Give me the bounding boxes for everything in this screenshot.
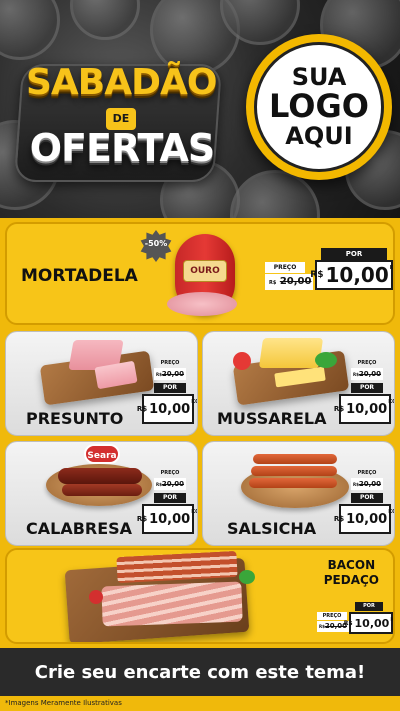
price-box: POR PREÇO R$20,00 R$10,00KG (317, 602, 393, 642)
por-label: POR (154, 493, 186, 503)
brand-logo: Seara (84, 444, 120, 464)
title-line2: OFERTAS (29, 126, 216, 170)
cta-banner[interactable]: Crie seu encarte com este tema! (0, 648, 400, 696)
product-name: MORTADELA (21, 266, 138, 286)
new-price: R$10,00KG (310, 260, 393, 290)
price-box: PREÇO R$20,00 POR R$10,00KG (334, 359, 394, 429)
tomato-garnish (233, 352, 251, 370)
new-price: R$10,00KG (137, 394, 197, 424)
old-price: R$20,00 (154, 478, 186, 490)
old-price: R$20,00 (154, 368, 186, 380)
product-name-line1: BACON (327, 558, 376, 572)
logo-line2: LOGO (269, 87, 369, 126)
preco-label: PREÇO (357, 470, 377, 476)
pepper-garnish (89, 590, 103, 604)
sabadao-de-ofertas-title: SABADÃO DE OFERTAS (13, 40, 223, 200)
title-line1: SABADÃO (26, 62, 217, 103)
new-price: R$10,00KG (334, 394, 394, 424)
salsicha-product-image (253, 454, 337, 464)
por-label: POR (351, 493, 383, 503)
calabresa-product-image (58, 468, 142, 484)
mussarela-product-image (258, 338, 324, 368)
cta-text: Crie seu encarte com este tema! (34, 661, 366, 683)
por-label: POR (355, 602, 383, 611)
calabresa-sausage (62, 484, 142, 496)
logo-placeholder[interactable]: SUA LOGO AQUI (246, 34, 392, 180)
title-de-badge: DE (106, 108, 136, 130)
mortadela-slices (167, 292, 237, 316)
new-price: R$10,00KG (137, 504, 197, 534)
brand-label: OURO (183, 260, 227, 282)
bacon-slices (101, 581, 243, 627)
logo-circle: SUA LOGO AQUI (254, 42, 384, 172)
product-card-salsicha[interactable]: SALSICHA PREÇO R$20,00 POR R$10,00KG (202, 441, 395, 546)
coin-decoration (70, 0, 140, 40)
product-name: SALSICHA (227, 519, 317, 538)
product-name: MUSSARELA (217, 409, 327, 428)
new-price: R$10,00KG (334, 504, 394, 534)
price-box: PREÇO R$20,00 POR R$10,00KG (334, 469, 394, 539)
product-name: PRESUNTO (26, 409, 124, 428)
sausage (249, 478, 337, 488)
old-price: R$20,00 (351, 368, 383, 380)
product-card-bacon[interactable]: BACON PEDAÇO POR PREÇO R$20,00 R$10,00KG (5, 548, 395, 644)
logo-line3: AQUI (285, 121, 353, 150)
price-box: PREÇO R$20,00 POR R$10,00KG (137, 359, 197, 429)
new-price: R$10,00KG (344, 612, 393, 634)
old-price: R$ 20,00 (265, 274, 313, 290)
preco-label: PREÇO (160, 470, 180, 476)
preco-label: PREÇO (317, 612, 347, 620)
product-card-mortadela[interactable]: MORTADELA -50% OURO POR PREÇO R$ 20,00 R… (5, 222, 395, 325)
price-box: PREÇO R$20,00 POR R$10,00KG (137, 469, 197, 539)
sausage (251, 466, 337, 476)
preco-label: PREÇO (357, 360, 377, 366)
product-name: BACON PEDAÇO (324, 558, 379, 588)
por-label: POR (351, 383, 383, 393)
disclaimer-text: *Imagens Meramente Ilustrativas (5, 699, 122, 707)
preco-label: PREÇO (265, 262, 305, 273)
product-name: CALABRESA (26, 519, 133, 538)
herb-garnish (239, 570, 255, 584)
herb-garnish (315, 352, 337, 368)
price-box: POR PREÇO R$ 20,00 R$10,00KG (265, 248, 393, 308)
por-label: POR (154, 383, 186, 393)
old-price: R$20,00 (351, 478, 383, 490)
product-card-calabresa[interactable]: Seara CALABRESA PREÇO R$20,00 POR R$ 10,0… (5, 441, 198, 546)
product-card-presunto[interactable]: PRESUNTO PREÇO R$20,00 POR R$10,00KG (5, 331, 198, 436)
product-name-line2: PEDAÇO (323, 573, 379, 587)
preco-label: PREÇO (160, 360, 180, 366)
discount-badge: -50% (144, 239, 168, 248)
por-label: POR (321, 248, 387, 260)
product-card-mussarela[interactable]: MUSSARELA PREÇO R$20,00 POR R$10,00KG (202, 331, 395, 436)
header-banner: SABADÃO DE OFERTAS SUA LOGO AQUI (0, 0, 400, 218)
